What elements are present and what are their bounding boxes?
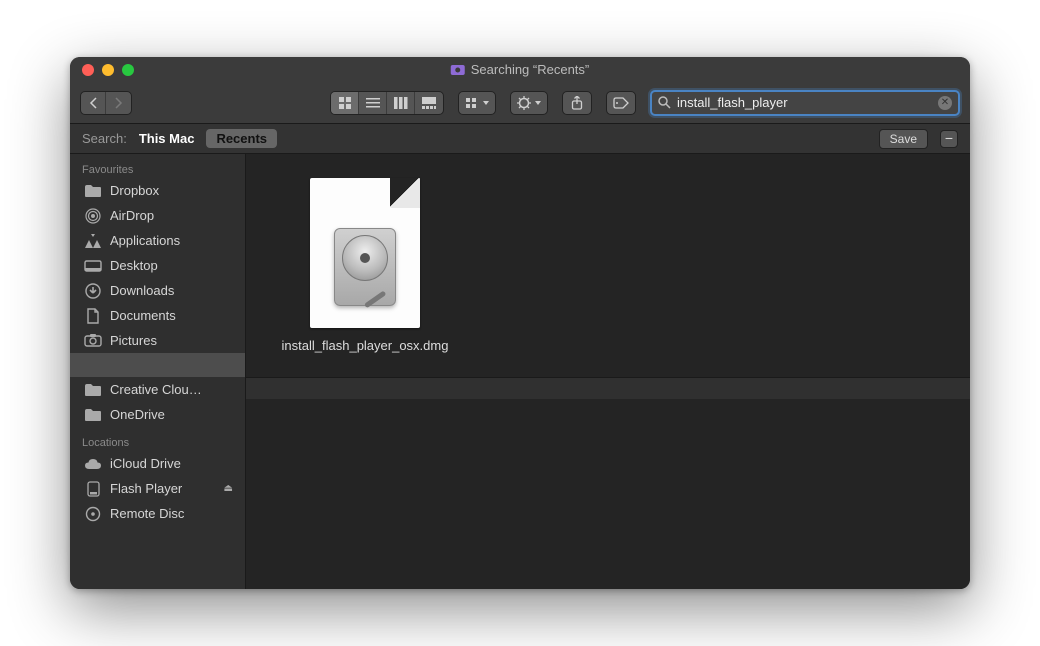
group-by-button[interactable] <box>458 91 496 115</box>
sidebar-item-label: Flash Player <box>110 481 182 496</box>
sidebar-item-label: Documents <box>110 308 176 323</box>
sidebar-item-label: AirDrop <box>110 208 154 223</box>
remove-criteria-button[interactable]: − <box>940 130 958 148</box>
scope-this-mac[interactable]: This Mac <box>139 131 195 146</box>
sidebar-item-label: Downloads <box>110 283 174 298</box>
favourite-item[interactable]: Dropbox <box>70 178 245 203</box>
sidebar-item-label: Desktop <box>110 258 158 273</box>
disk-icon <box>84 482 102 496</box>
content-area[interactable]: install_flash_player_osx.dmg <box>246 154 970 589</box>
nav-buttons <box>80 91 132 115</box>
favourite-item[interactable] <box>70 353 245 377</box>
sidebar-item-label: iCloud Drive <box>110 456 181 471</box>
close-window-button[interactable] <box>82 64 94 76</box>
chevron-down-icon <box>535 101 541 105</box>
minimize-window-button[interactable] <box>102 64 114 76</box>
tags-button[interactable] <box>606 91 636 115</box>
sidebar-item-label: OneDrive <box>110 407 165 422</box>
sidebar-item-label: Pictures <box>110 333 157 348</box>
finder-window: Searching “Recents” <box>70 57 970 589</box>
airdrop-icon <box>84 209 102 223</box>
traffic-lights <box>70 64 134 76</box>
clear-search-button[interactable]: ✕ <box>938 96 952 110</box>
file-label: install_flash_player_osx.dmg <box>282 338 449 353</box>
search-field[interactable]: ✕ <box>650 90 960 116</box>
favourite-item[interactable]: Documents <box>70 303 245 328</box>
optical-icon <box>84 507 102 521</box>
sidebar[interactable]: Favourites Dropbox AirDrop Applications Des… <box>70 154 246 589</box>
scope-label: Search: <box>82 131 127 146</box>
search-icon <box>658 96 671 109</box>
location-item[interactable]: iCloud Drive <box>70 451 245 476</box>
favourite-item[interactable]: AirDrop <box>70 203 245 228</box>
sidebar-item-label: Dropbox <box>110 183 159 198</box>
location-item[interactable]: Remote Disc <box>70 501 245 526</box>
back-button[interactable] <box>81 92 106 114</box>
titlebar: Searching “Recents” <box>70 57 970 82</box>
gallery-view-button[interactable] <box>415 92 443 114</box>
sidebar-favourites: Favourites Dropbox AirDrop Applications Des… <box>70 154 245 427</box>
favourite-item[interactable]: Downloads <box>70 278 245 303</box>
folder-icon <box>84 184 102 198</box>
folder-icon <box>84 408 102 422</box>
share-button[interactable] <box>562 91 592 115</box>
path-bar <box>246 377 970 399</box>
icloud-icon <box>84 457 102 471</box>
action-menu-button[interactable] <box>510 91 548 115</box>
file-item[interactable]: install_flash_player_osx.dmg <box>270 178 460 353</box>
view-mode-buttons <box>330 91 444 115</box>
favourite-item[interactable]: Desktop <box>70 253 245 278</box>
sidebar-locations: Locations iCloud Drive Flash Player ⏏ Remot… <box>70 427 245 526</box>
sidebar-item-label: Applications <box>110 233 180 248</box>
pictures-icon <box>84 334 102 348</box>
documents-icon <box>84 309 102 323</box>
favourite-item[interactable]: Pictures <box>70 328 245 353</box>
favourite-item[interactable]: Applications <box>70 228 245 253</box>
favourite-item[interactable]: OneDrive <box>70 402 245 427</box>
results-grid: install_flash_player_osx.dmg <box>246 154 970 377</box>
folder-icon <box>84 383 102 397</box>
sidebar-heading-locations: Locations <box>70 433 245 451</box>
eject-icon[interactable]: ⏏ <box>224 483 233 494</box>
apps-icon <box>84 234 102 248</box>
search-input[interactable] <box>677 95 932 110</box>
fullscreen-window-button[interactable] <box>122 64 134 76</box>
toolbar: ✕ <box>70 82 970 124</box>
window-title: Searching “Recents” <box>451 62 590 77</box>
location-item[interactable]: Flash Player ⏏ <box>70 476 245 501</box>
scope-recents[interactable]: Recents <box>206 129 277 148</box>
column-view-button[interactable] <box>387 92 415 114</box>
window-body: Favourites Dropbox AirDrop Applications Des… <box>70 154 970 589</box>
sidebar-item-label: Remote Disc <box>110 506 184 521</box>
favourite-item[interactable]: Creative Clou… <box>70 377 245 402</box>
scope-bar: Search: This Mac Recents Save − <box>70 124 970 154</box>
camera-icon <box>451 65 465 75</box>
chevron-down-icon <box>483 101 489 105</box>
list-view-button[interactable] <box>359 92 387 114</box>
icon-view-button[interactable] <box>331 92 359 114</box>
downloads-icon <box>84 284 102 298</box>
dmg-file-icon <box>310 178 420 328</box>
sidebar-item-label: Creative Clou… <box>110 382 202 397</box>
desktop-icon <box>84 259 102 273</box>
save-search-button[interactable]: Save <box>879 129 928 149</box>
sidebar-heading-favourites: Favourites <box>70 160 245 178</box>
blank-icon <box>84 358 102 372</box>
window-title-text: Searching “Recents” <box>471 62 590 77</box>
forward-button[interactable] <box>106 92 131 114</box>
